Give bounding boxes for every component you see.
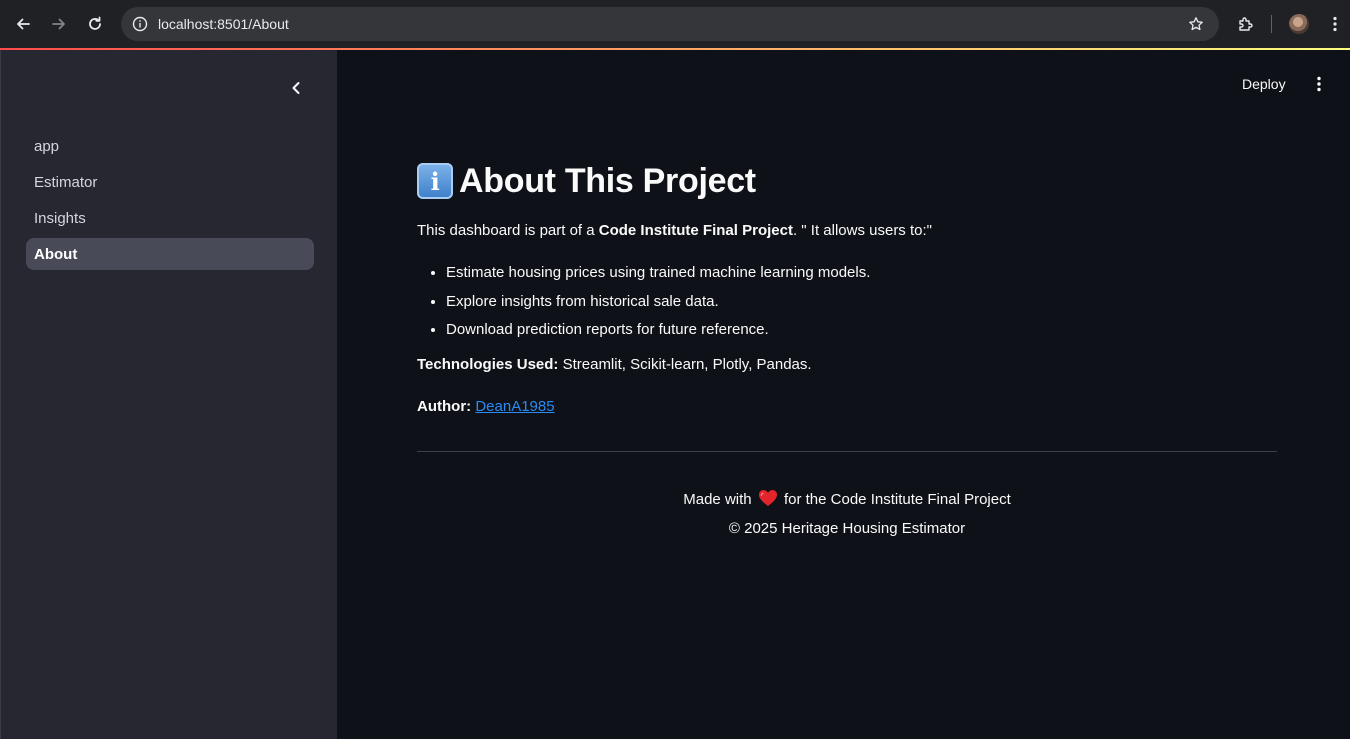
page-title: i About This Project	[417, 150, 1277, 212]
list-item: Explore insights from historical sale da…	[446, 291, 1277, 313]
technologies-paragraph: Technologies Used: Streamlit, Scikit-lea…	[417, 354, 1277, 376]
sidebar-item-about[interactable]: About	[26, 238, 314, 270]
footer: Made with for the Code Institute Final P…	[417, 487, 1277, 542]
browser-toolbar: localhost:8501/About	[0, 0, 1350, 48]
list-item: Estimate housing prices using trained ma…	[446, 262, 1277, 284]
footer-project-text: for the Code Institute Final Project	[783, 491, 1011, 508]
toolbar-divider	[1271, 15, 1272, 33]
reload-icon[interactable]	[83, 12, 107, 36]
address-bar[interactable]: localhost:8501/About	[121, 7, 1219, 41]
sidebar-item-estimator[interactable]: Estimator	[26, 166, 314, 198]
technologies-value: Streamlit, Scikit-learn, Plotly, Pandas.	[558, 356, 812, 373]
sidebar-nav: app Estimator Insights About	[26, 130, 314, 274]
intro-bold: Code Institute Final Project	[598, 222, 793, 239]
intro-suffix: . " It allows users to:"	[792, 222, 932, 239]
main-menu-kebab-icon[interactable]	[1310, 74, 1328, 94]
bookmark-star-icon[interactable]	[1187, 15, 1205, 33]
forward-arrow-icon[interactable]	[47, 12, 71, 36]
deploy-button[interactable]: Deploy	[1242, 74, 1286, 94]
main-content: i About This Project This dashboard is p…	[417, 150, 1277, 542]
intro-prefix: This dashboard is part of a	[417, 222, 599, 239]
divider	[417, 451, 1277, 452]
sidebar: app Estimator Insights About	[0, 50, 337, 739]
footer-copyright: © 2025 Heritage Housing Estimator	[728, 520, 966, 537]
technologies-label: Technologies Used:	[417, 356, 559, 373]
page-title-text: About This Project	[459, 161, 756, 200]
footer-line-1: Made with for the Code Institute Final P…	[417, 487, 1277, 516]
intro-paragraph: This dashboard is part of a Code Institu…	[417, 220, 1277, 242]
sidebar-item-app[interactable]: app	[26, 130, 314, 162]
author-paragraph: Author: DeanA1985	[417, 396, 1277, 418]
profile-avatar[interactable]	[1289, 14, 1309, 34]
list-item: Download prediction reports for future r…	[446, 319, 1277, 341]
author-label: Author:	[417, 398, 472, 415]
extensions-puzzle-icon[interactable]	[1234, 12, 1258, 36]
footer-made-with: Made with	[683, 491, 752, 508]
author-link[interactable]: DeanA1985	[475, 398, 554, 415]
feature-list: Estimate housing prices using trained ma…	[417, 262, 1277, 341]
sidebar-item-insights[interactable]: Insights	[26, 202, 314, 234]
back-arrow-icon[interactable]	[11, 12, 35, 36]
address-url[interactable]: localhost:8501/About	[158, 15, 289, 33]
heart-icon	[758, 489, 778, 516]
site-info-icon[interactable]	[131, 15, 149, 33]
browser-menu-icon[interactable]	[1323, 12, 1347, 36]
information-emoji-icon: i	[417, 163, 453, 199]
collapse-sidebar-chevron-left-icon[interactable]	[285, 77, 307, 99]
